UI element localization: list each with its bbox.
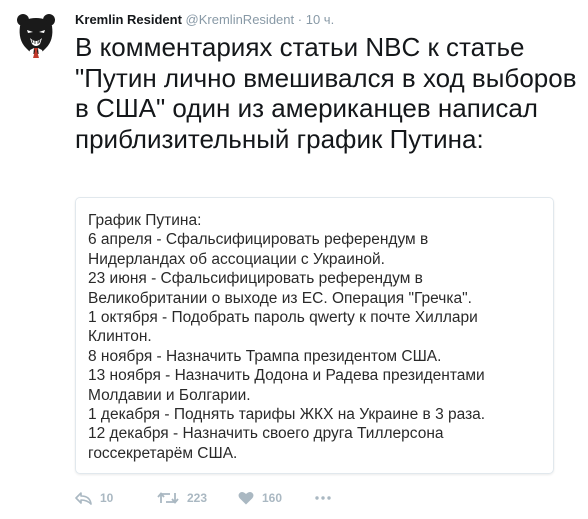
tweet-text: В комментариях статьи NBC к статье "Пути… <box>75 32 577 154</box>
card-line: госсекретарём США. <box>88 444 238 462</box>
author-handle[interactable]: @KremlinResident <box>186 12 295 27</box>
separator-dot: · <box>297 12 303 27</box>
reply-count: 10 <box>100 491 114 505</box>
reply-icon <box>75 492 92 505</box>
like-count: 160 <box>262 491 283 505</box>
more-dots-icon <box>315 496 331 500</box>
avatar[interactable] <box>12 10 60 58</box>
quoted-text-card: График Путина: 6 апреля - Сфальсифициров… <box>75 197 554 474</box>
reply-button[interactable]: 10 <box>75 488 113 508</box>
like-button[interactable]: 160 <box>238 488 282 508</box>
tweet-actions: 10 223 160 <box>75 488 375 508</box>
heart-icon <box>238 492 254 505</box>
card-line: 8 ноября - Назначить Трампа президентом … <box>88 347 442 365</box>
card-line: 23 июня - Сфальсифицировать референдум в <box>88 270 423 288</box>
card-line: 12 декабря - Назначить своего друга Тилл… <box>88 425 444 443</box>
card-line: 6 апреля - Сфальсифицировать референдум … <box>88 231 429 249</box>
card-line: График Путина: <box>88 212 202 229</box>
card-line: 13 ноября - Назначить Додона и Радева пр… <box>88 367 485 385</box>
card-line: 1 декабря - Поднять тарифы ЖКХ на Украин… <box>88 406 486 424</box>
card-line: Нидерландах об ассоциации с Украиной. <box>88 250 385 268</box>
retweet-button[interactable]: 223 <box>157 488 207 508</box>
card-line: Великобритании о выходе из ЕС. Операция … <box>88 289 472 307</box>
card-line: 1 октября - Подобрать пароль qwerty к по… <box>88 309 478 327</box>
timestamp[interactable]: 10 ч. <box>306 12 334 27</box>
retweet-count: 223 <box>187 491 208 505</box>
card-line: Клинтон. <box>88 328 152 346</box>
bear-logo-icon <box>17 14 55 58</box>
card-line: Молдавии и Болгарии. <box>88 386 251 404</box>
tweet-header: Kremlin Resident @KremlinResident · 10 ч… <box>75 12 334 28</box>
retweet-icon <box>157 492 179 504</box>
more-button[interactable] <box>315 488 331 508</box>
author-name[interactable]: Kremlin Resident <box>75 12 182 27</box>
